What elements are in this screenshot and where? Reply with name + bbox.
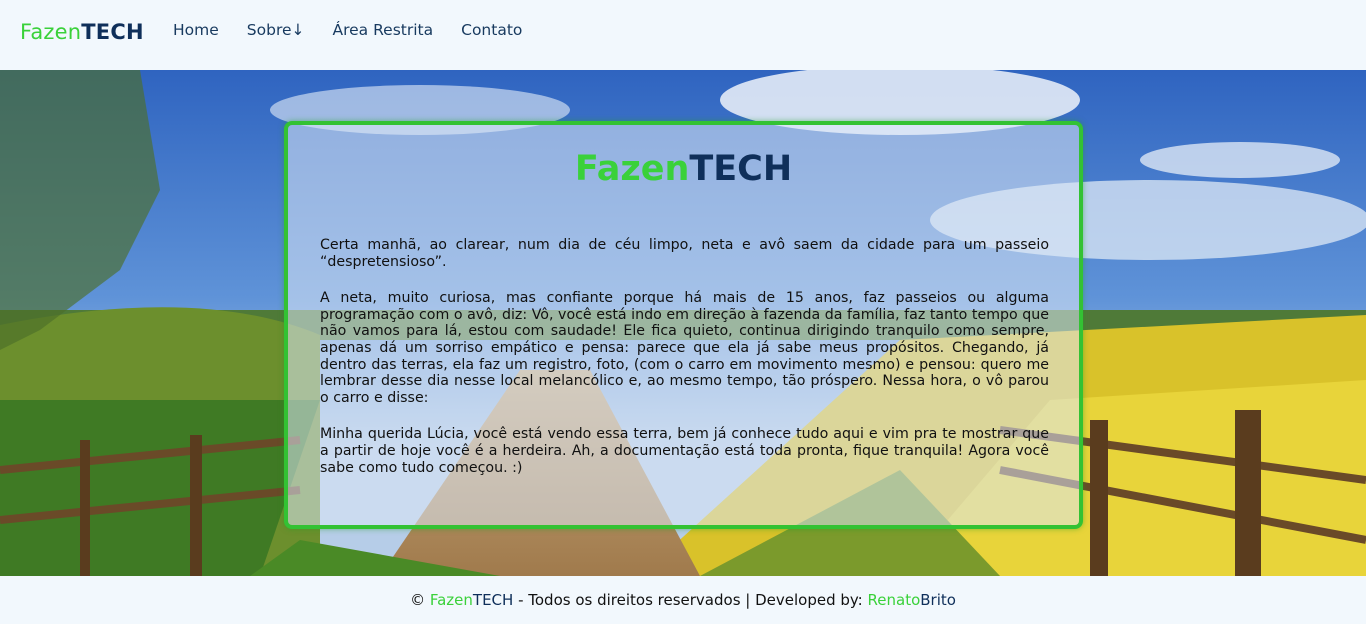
card-title: FazenTECH xyxy=(288,149,1079,189)
developer-name-part1[interactable]: Renato xyxy=(868,591,921,609)
navbar: FazenTECH Home Sobre↓ Área Restrita Cont… xyxy=(0,0,1366,70)
developer-name-part2[interactable]: Brito xyxy=(920,591,956,609)
brand-logo-part1: Fazen xyxy=(20,20,82,44)
nav-link-sobre[interactable]: Sobre↓ xyxy=(247,21,305,39)
story-paragraph: A neta, muito curiosa, mas confiante por… xyxy=(320,290,1049,406)
footer-brand-part2: TECH xyxy=(472,591,514,609)
nav-link-contato[interactable]: Contato xyxy=(461,21,522,39)
story-paragraph: Minha querida Lúcia, você está vendo ess… xyxy=(320,426,1049,476)
nav-link-area-restrita[interactable]: Área Restrita xyxy=(333,21,434,39)
brand-logo-part2: TECH xyxy=(81,20,144,44)
footer-rights-text: - Todos os direitos reservados | Develop… xyxy=(513,591,868,609)
story-paragraph: Certa manhã, ao clarear, num dia de céu … xyxy=(320,237,1049,270)
nav-link-home[interactable]: Home xyxy=(173,21,219,39)
nav-links: Home Sobre↓ Área Restrita Contato xyxy=(173,21,522,39)
brand-logo[interactable]: FazenTECH xyxy=(20,20,144,44)
story-text: Certa manhã, ao clarear, num dia de céu … xyxy=(320,237,1049,496)
story-card: FazenTECH Certa manhã, ao clarear, num d… xyxy=(284,121,1083,529)
card-title-part2: TECH xyxy=(689,149,793,189)
hero-section: FazenTECH Certa manhã, ao clarear, num d… xyxy=(0,70,1366,576)
card-title-part1: Fazen xyxy=(574,149,690,189)
footer: © FazenTECH - Todos os direitos reservad… xyxy=(0,576,1366,624)
footer-brand-part1: Fazen xyxy=(429,591,473,609)
copyright-symbol: © xyxy=(410,591,426,609)
